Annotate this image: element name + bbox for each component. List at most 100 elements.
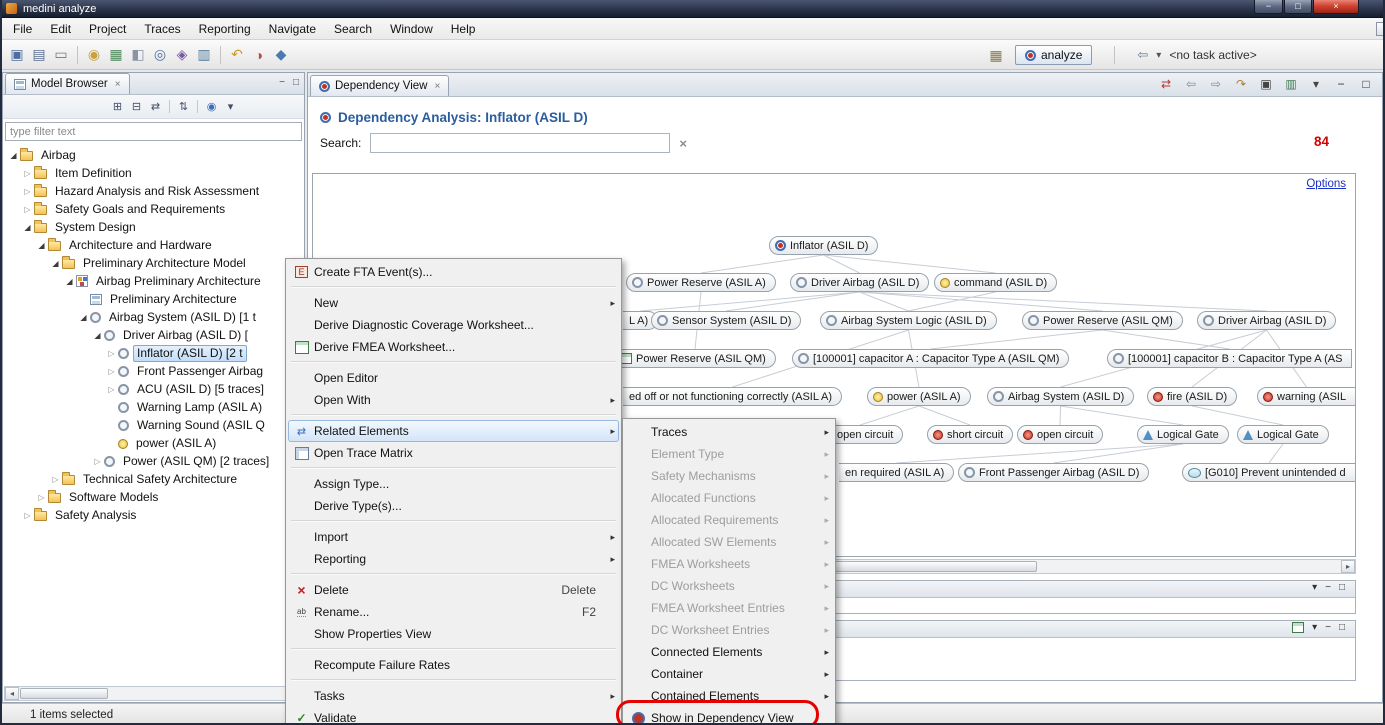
copy-icon[interactable]: ◧ — [127, 44, 149, 66]
save-icon[interactable]: ▤ — [28, 44, 50, 66]
analyze-button[interactable]: analyze — [1015, 45, 1092, 65]
tree-item[interactable]: ACU (ASIL D) [5 traces] — [3, 380, 304, 398]
panel-toolbar-icon[interactable] — [169, 100, 170, 113]
tab-close-icon[interactable]: × — [435, 81, 441, 92]
tree-twistie-icon[interactable] — [35, 241, 48, 250]
panel-maximize-icon[interactable]: □ — [293, 77, 299, 88]
comment-icon[interactable]: ◉ — [83, 44, 105, 66]
new-wizard-icon[interactable]: ▣ — [6, 44, 28, 66]
tree-twistie-icon[interactable] — [49, 259, 62, 268]
context-menu-item[interactable]: Open With — [288, 389, 619, 411]
chart-icon[interactable]: ▥ — [1283, 76, 1299, 92]
print-icon[interactable]: ▭ — [50, 44, 72, 66]
tree-item[interactable]: Airbag — [3, 146, 304, 164]
context-menu-item[interactable]: Open Editor — [288, 367, 619, 389]
tree-twistie-icon[interactable] — [21, 223, 34, 232]
submenu-item[interactable]: Allocated Requirements — [625, 509, 833, 531]
graph-node[interactable]: short circuit — [927, 425, 1013, 444]
context-menu-item[interactable]: Create FTA Event(s)... — [288, 261, 619, 283]
context-menu-item[interactable]: Assign Type... — [288, 473, 619, 495]
graph-node[interactable]: Logical Gate — [1137, 425, 1229, 444]
focus-icon[interactable]: ◉ — [203, 99, 220, 115]
view-menu-caret-icon[interactable]: ▾ — [1308, 76, 1324, 92]
tree-item[interactable]: Software Models — [3, 488, 304, 506]
context-menu-item[interactable] — [291, 573, 616, 575]
minimize-button[interactable]: − — [1254, 0, 1283, 14]
expand-all-icon[interactable]: ⊞ — [109, 99, 126, 115]
jump-icon[interactable]: ↷ — [1233, 76, 1249, 92]
context-menu-item[interactable]: Derive Diagnostic Coverage Worksheet... — [288, 314, 619, 336]
tab-model-browser[interactable]: Model Browser × — [5, 73, 130, 94]
menu-title[interactable]: Search — [325, 19, 381, 39]
tree-horizontal-scrollbar[interactable]: ◂ ▸ — [4, 686, 303, 701]
bookmark-icon[interactable]: ◈ — [171, 44, 193, 66]
submenu-item[interactable]: FMEA Worksheet Entries — [625, 597, 833, 619]
tree-twistie-icon[interactable] — [21, 205, 34, 214]
context-menu-item[interactable] — [291, 286, 616, 288]
menu-title[interactable]: Reporting — [190, 19, 260, 39]
menu-item-rename[interactable]: Rename... F2 — [288, 601, 619, 623]
menu-item-delete[interactable]: Delete Delete — [288, 579, 619, 601]
graph-node[interactable]: Driver Airbag (ASIL D) — [1197, 311, 1336, 330]
toolbar-icon[interactable] — [220, 46, 221, 64]
tree-twistie-icon[interactable] — [105, 349, 118, 358]
context-menu-item[interactable]: Recompute Failure Rates — [288, 654, 619, 676]
report-icon[interactable]: ▦ — [105, 44, 127, 66]
task-caret-icon[interactable]: ▾ — [1156, 50, 1161, 61]
tree-item[interactable]: Warning Lamp (ASIL A) — [3, 398, 304, 416]
panel-toolbar-icon[interactable] — [197, 100, 198, 113]
collapse-all-icon[interactable]: ⊟ — [128, 99, 145, 115]
context-menu-item[interactable] — [291, 361, 616, 363]
tree-item[interactable]: Airbag System (ASIL D) [1 t — [3, 308, 304, 326]
tree-twistie-icon[interactable] — [21, 187, 34, 196]
submenu-item[interactable]: DC Worksheets — [625, 575, 833, 597]
submenu-item[interactable]: Container — [625, 663, 833, 685]
menu-title[interactable]: Edit — [41, 19, 80, 39]
tree-item[interactable]: Preliminary Architecture Model — [3, 254, 304, 272]
active-task-label[interactable]: <no task active> — [1169, 48, 1256, 62]
brush-icon[interactable]: ◆ — [270, 44, 292, 66]
tree-item[interactable]: Power (ASIL QM) [2 traces] — [3, 452, 304, 470]
graph-node[interactable]: [100001] capacitor A : Capacitor Type A … — [792, 349, 1069, 368]
graph-node[interactable]: [100001] capacitor B : Capacitor Type A … — [1107, 349, 1352, 368]
forward-nav-icon[interactable]: ⇨ — [1208, 76, 1224, 92]
graph-node[interactable]: ed off or not functioning correctly (ASI… — [623, 387, 842, 406]
submenu-item[interactable]: Safety Mechanisms — [625, 465, 833, 487]
tree-item[interactable]: Safety Analysis — [3, 506, 304, 524]
graph-node[interactable]: Power Reserve (ASIL QM) — [614, 349, 776, 368]
context-menu-item[interactable]: Show Properties View — [288, 623, 619, 645]
graph-node[interactable]: Airbag System (ASIL D) — [987, 387, 1134, 406]
context-menu-item[interactable]: Derive Type(s)... — [288, 495, 619, 517]
graph-node[interactable]: command (ASIL D) — [934, 273, 1057, 292]
tree-item[interactable]: Safety Goals and Requirements — [3, 200, 304, 218]
tree-item[interactable]: Architecture and Hardware — [3, 236, 304, 254]
tree-twistie-icon[interactable] — [63, 277, 76, 286]
options-link[interactable]: Options — [1306, 178, 1346, 190]
search-doc-icon[interactable]: ◎ — [149, 44, 171, 66]
perspective-icon-partial[interactable] — [1376, 22, 1385, 36]
menu-item-related-elements[interactable]: Related Elements — [288, 420, 619, 442]
menu-title[interactable]: Window — [381, 19, 442, 39]
tree-item[interactable]: Hazard Analysis and Risk Assessment — [3, 182, 304, 200]
tree-twistie-icon[interactable] — [77, 313, 90, 322]
close-button[interactable]: × — [1313, 0, 1359, 14]
submenu-item[interactable]: Element Type — [625, 443, 833, 465]
tree-item-inflator[interactable]: Inflator (ASIL D) [2 t — [3, 344, 304, 362]
graph-node[interactable]: [G010] Prevent unintended d — [1182, 463, 1356, 482]
tree-twistie-icon[interactable] — [7, 151, 20, 160]
tree-item[interactable]: System Design — [3, 218, 304, 236]
scroll-left-icon[interactable]: ◂ — [5, 687, 19, 700]
scroll-right-icon[interactable]: ▸ — [1341, 560, 1355, 573]
graph-node[interactable]: Driver Airbag (ASIL D) — [790, 273, 929, 292]
table-icon[interactable]: ▥ — [193, 44, 215, 66]
task-board-icon[interactable]: ▦ — [985, 44, 1007, 66]
context-menu-item[interactable] — [291, 648, 616, 650]
graph-node[interactable]: warning (ASIL — [1257, 387, 1356, 406]
tree-item[interactable]: Warning Sound (ASIL Q — [3, 416, 304, 434]
toolbar-icon[interactable] — [77, 46, 78, 64]
sort-icon[interactable]: ⇅ — [175, 99, 192, 115]
context-menu-item[interactable] — [291, 414, 616, 416]
graph-node[interactable]: Airbag System Logic (ASIL D) — [820, 311, 997, 330]
submenu-item[interactable]: Allocated SW Elements — [625, 531, 833, 553]
maximize-button[interactable]: □ — [1284, 0, 1312, 14]
